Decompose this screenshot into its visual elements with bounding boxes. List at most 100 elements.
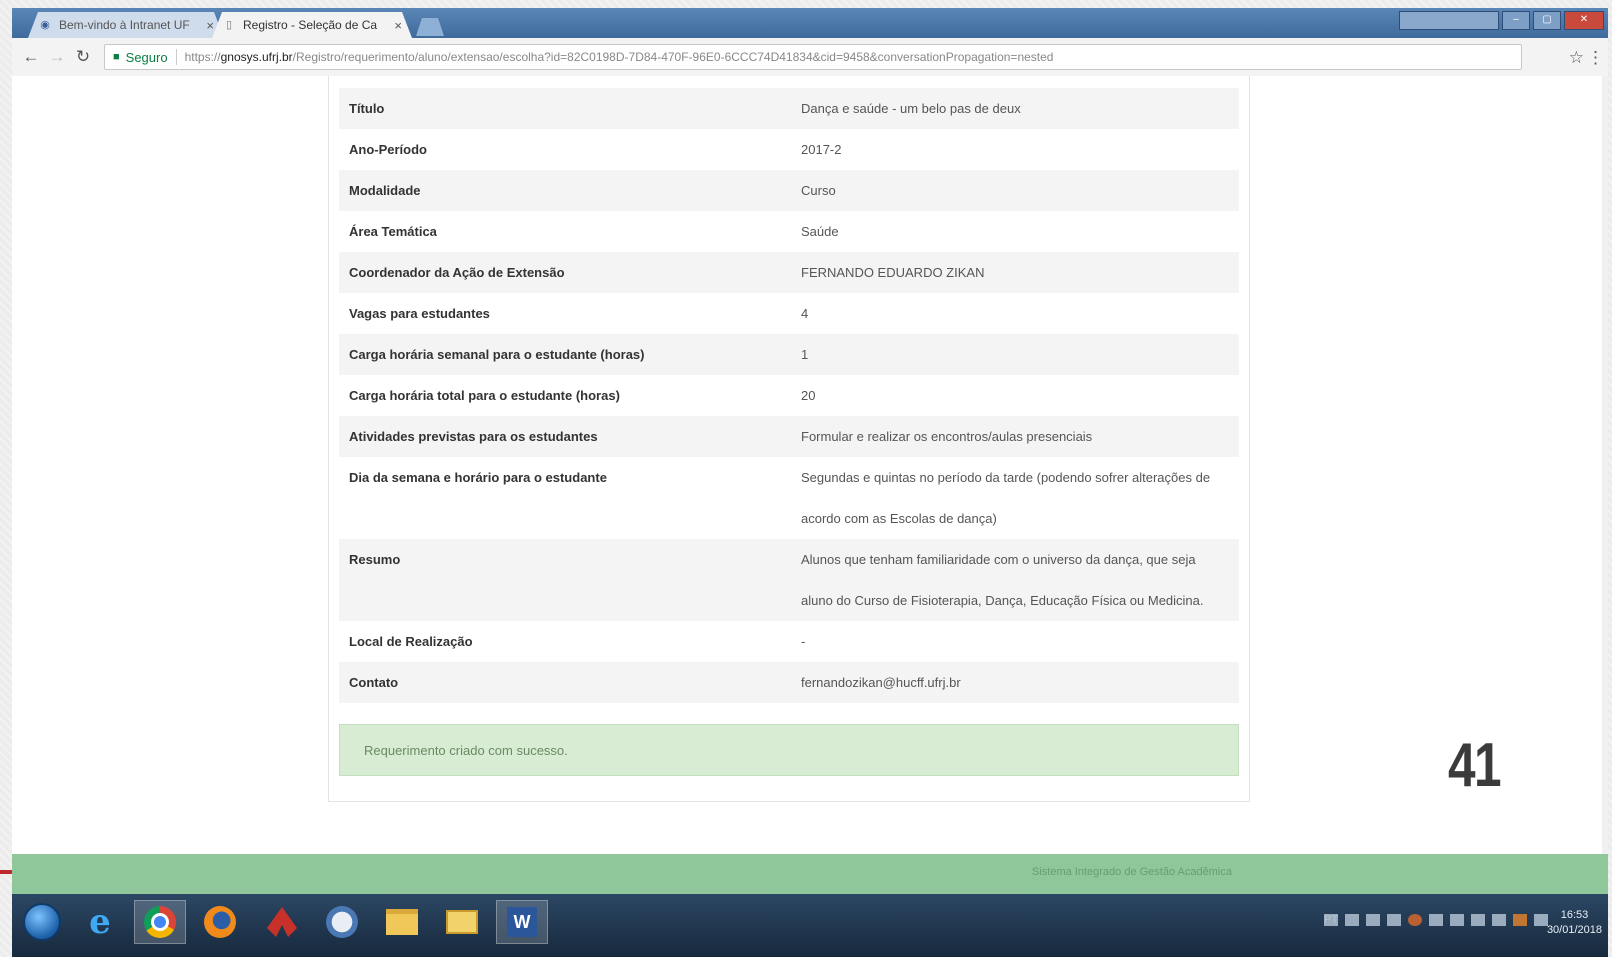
forward-arrow-icon[interactable]: → — [44, 47, 70, 67]
file-explorer-icon — [386, 909, 418, 935]
row-label: Dia da semana e horário para o estudante — [349, 470, 607, 485]
table-row: Local de Realização - — [339, 621, 1239, 662]
close-window-icon[interactable]: ✕ — [1564, 11, 1604, 30]
more-menu-icon[interactable]: ⋮ — [1587, 48, 1604, 68]
lock-icon: ■ — [113, 51, 120, 63]
success-alert: Requerimento criado com sucesso. — [339, 724, 1239, 776]
browser-toolbar: ← → ↻ ■ Seguro https://gnosys.ufrj.br/Re… — [12, 38, 1608, 77]
close-icon[interactable]: × — [206, 18, 214, 33]
table-row: Coordenador da Ação de Extensão FERNANDO … — [339, 252, 1239, 293]
url-prefix: https:// — [184, 50, 221, 64]
bookmark-star-icon[interactable]: ☆ — [1569, 48, 1584, 68]
row-label: Ano-Período — [349, 142, 427, 157]
row-value: 20 — [801, 388, 816, 403]
network-globe-icon — [326, 906, 358, 938]
taskbar-explorer[interactable] — [376, 900, 428, 944]
page-footer: Sistema Integrado de Gestão Acadêmica — [12, 854, 1608, 894]
url-host: gnosys.ufrj.br — [220, 50, 293, 64]
row-value: Dança e saúde - um belo pas de deux — [791, 88, 1239, 129]
taskbar-network[interactable] — [316, 900, 368, 944]
minimize-icon[interactable]: – — [1502, 11, 1530, 30]
row-value: Saúde — [801, 224, 839, 239]
taskbar-outlook[interactable] — [436, 900, 488, 944]
clock-date: 30/01/2018 — [1546, 924, 1602, 936]
office-tray-icon[interactable] — [1513, 914, 1527, 926]
divider — [175, 49, 177, 65]
url-path: /Registro/requerimento/aluno/extensao/es… — [292, 50, 1054, 64]
address-bar[interactable]: ■ Seguro https://gnosys.ufrj.br/Registro… — [104, 44, 1522, 70]
table-row: Carga horária semanal para o estudante (… — [339, 334, 1239, 375]
user-profile-button[interactable] — [1399, 11, 1499, 30]
taskbar-clock[interactable]: 16:53 30/01/2018 — [1547, 908, 1602, 938]
acrobat-icon — [267, 907, 297, 937]
table-row: Área Temática Saúde — [339, 211, 1239, 252]
row-label: Contato — [339, 662, 791, 703]
chrome-icon — [144, 906, 176, 938]
scrollbar[interactable] — [1602, 76, 1608, 856]
row-value: Alunos que tenham familiaridade com o un… — [791, 539, 1239, 621]
row-label: Título — [339, 88, 791, 129]
row-value: Curso — [791, 170, 1239, 211]
table-row: Vagas para estudantes 4 — [339, 293, 1239, 334]
row-label: Vagas para estudantes — [349, 306, 490, 321]
taskbar-chrome[interactable] — [134, 900, 186, 944]
outlook-icon — [446, 910, 478, 934]
back-arrow-icon[interactable]: ← — [18, 47, 44, 67]
tab-intranet[interactable]: ◉ Bem-vindo à Intranet UF × — [28, 12, 224, 38]
table-row: Resumo Alunos que tenham familiaridade co… — [339, 539, 1239, 621]
row-label: Resumo — [339, 539, 791, 621]
table-row: Ano-Período 2017-2 — [339, 129, 1239, 170]
taskbar-acrobat[interactable] — [256, 900, 308, 944]
flag-icon[interactable] — [1492, 914, 1506, 926]
tab-registro[interactable]: ▯ Registro - Seleção de Ca × — [212, 12, 412, 38]
windows-taskbar: e W PT 16:53 30/01/2018 — [12, 894, 1608, 957]
row-label: Carga horária total para o estudante (ho… — [349, 388, 620, 403]
start-button[interactable] — [16, 900, 68, 944]
row-value: 4 — [801, 306, 809, 321]
row-value: FERNANDO EDUARDO ZIKAN — [791, 252, 1239, 293]
keyboard-icon[interactable] — [1345, 914, 1359, 926]
alert-tray-icon[interactable] — [1408, 914, 1422, 926]
globe-icon: ◉ — [40, 19, 50, 31]
system-tray: PT — [1324, 914, 1548, 926]
row-value: Segundas e quintas no período da tarde (… — [801, 470, 1211, 526]
row-value: fernandozikan@hucff.ufrj.br — [791, 662, 1239, 703]
app-tray-icon[interactable] — [1387, 914, 1401, 926]
firefox-icon — [204, 906, 236, 938]
row-value: 1 — [791, 334, 1239, 375]
volume-icon[interactable] — [1471, 914, 1485, 926]
power-tray-icon[interactable] — [1450, 914, 1464, 926]
page-viewport: Título Dança e saúde - um belo pas de deu… — [12, 76, 1608, 856]
row-value: 2017-2 — [801, 142, 842, 157]
arrow-icon[interactable] — [1366, 914, 1380, 926]
close-icon[interactable]: × — [394, 18, 402, 33]
table-row: Título Dança e saúde - um belo pas de deu… — [339, 88, 1239, 129]
table-row: Carga horária total para o estudante (ho… — [339, 375, 1239, 416]
internet-explorer-icon: e — [89, 902, 111, 942]
taskbar-firefox[interactable] — [194, 900, 246, 944]
row-value: - — [801, 634, 806, 649]
slide-page-number: 41 — [1448, 731, 1502, 800]
secure-label: Seguro — [125, 49, 168, 65]
row-label: Coordenador da Ação de Extensão — [339, 252, 791, 293]
language-indicator[interactable]: PT — [1324, 914, 1338, 926]
footer-text: Sistema Integrado de Gestão Acadêmica — [1032, 866, 1232, 878]
browser-window: ◉ Bem-vindo à Intranet UF × ▯ Registro -… — [12, 8, 1608, 957]
taskbar-word[interactable]: W — [496, 900, 548, 944]
action-center-icon[interactable] — [1534, 914, 1548, 926]
table-row: Modalidade Curso — [339, 170, 1239, 211]
row-label: Área Temática — [349, 224, 437, 239]
row-label: Modalidade — [339, 170, 791, 211]
maximize-icon[interactable]: ▢ — [1533, 11, 1561, 30]
row-label: Atividades previstas para os estudantes — [339, 416, 791, 457]
title-bar: ◉ Bem-vindo à Intranet UF × ▯ Registro -… — [12, 8, 1608, 38]
new-tab-button[interactable] — [416, 18, 444, 36]
taskbar-ie[interactable]: e — [74, 900, 126, 944]
network-tray-icon[interactable] — [1429, 914, 1443, 926]
details-panel: Título Dança e saúde - um belo pas de deu… — [328, 76, 1250, 802]
reload-icon[interactable]: ↻ — [70, 47, 96, 67]
row-label: Local de Realização — [349, 634, 473, 649]
tab-label: Registro - Seleção de Ca — [243, 18, 378, 32]
details-table: Título Dança e saúde - um belo pas de deu… — [339, 88, 1239, 703]
clock-time: 16:53 — [1560, 909, 1589, 921]
